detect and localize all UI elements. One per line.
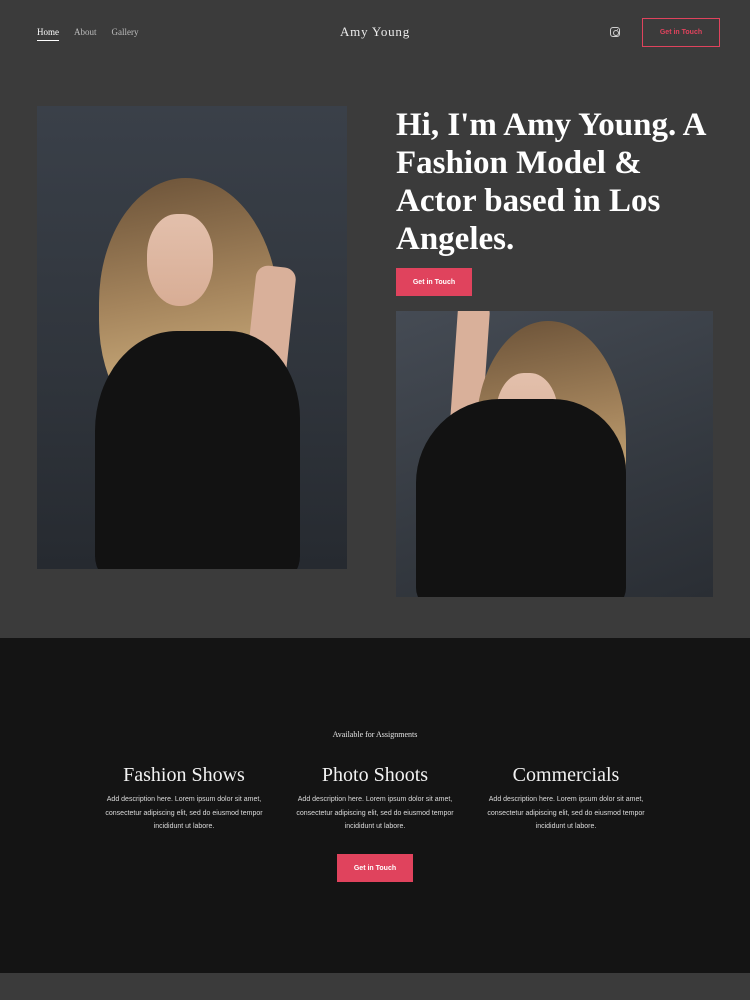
service-card-photo-shoots: Photo Shoots Add description here. Lorem… — [295, 764, 455, 834]
hero-photo-pose — [396, 311, 713, 597]
hero-get-in-touch-button[interactable]: Get in Touch — [396, 268, 472, 296]
service-title: Photo Shoots — [321, 764, 429, 786]
header-get-in-touch-button[interactable]: Get in Touch — [642, 18, 720, 47]
services-get-in-touch-button[interactable]: Get in Touch — [337, 854, 413, 882]
service-description: Add description here. Lorem ipsum dolor … — [487, 796, 645, 830]
service-title: Commercials — [512, 764, 620, 786]
service-title: Fashion Shows — [123, 764, 245, 786]
hero-photo-portrait — [37, 106, 347, 569]
service-card-fashion-shows: Fashion Shows Add description here. Lore… — [104, 764, 264, 834]
hero-headline: Hi, I'm Amy Young. A Fashion Model & Act… — [396, 107, 705, 257]
service-description: Add description here. Lorem ipsum dolor … — [296, 796, 454, 830]
service-card-commercials: Commercials Add description here. Lorem … — [486, 764, 646, 834]
site-title[interactable]: Amy Young — [0, 24, 750, 40]
services-kicker: Available for Assignments — [332, 730, 418, 739]
instagram-icon[interactable] — [610, 27, 620, 37]
service-description: Add description here. Lorem ipsum dolor … — [105, 796, 263, 830]
services-section: Available for Assignments Fashion Shows … — [0, 638, 750, 973]
footer-band — [0, 973, 750, 1000]
site-header: Home About Gallery Amy Young Get in Touc… — [0, 0, 750, 65]
